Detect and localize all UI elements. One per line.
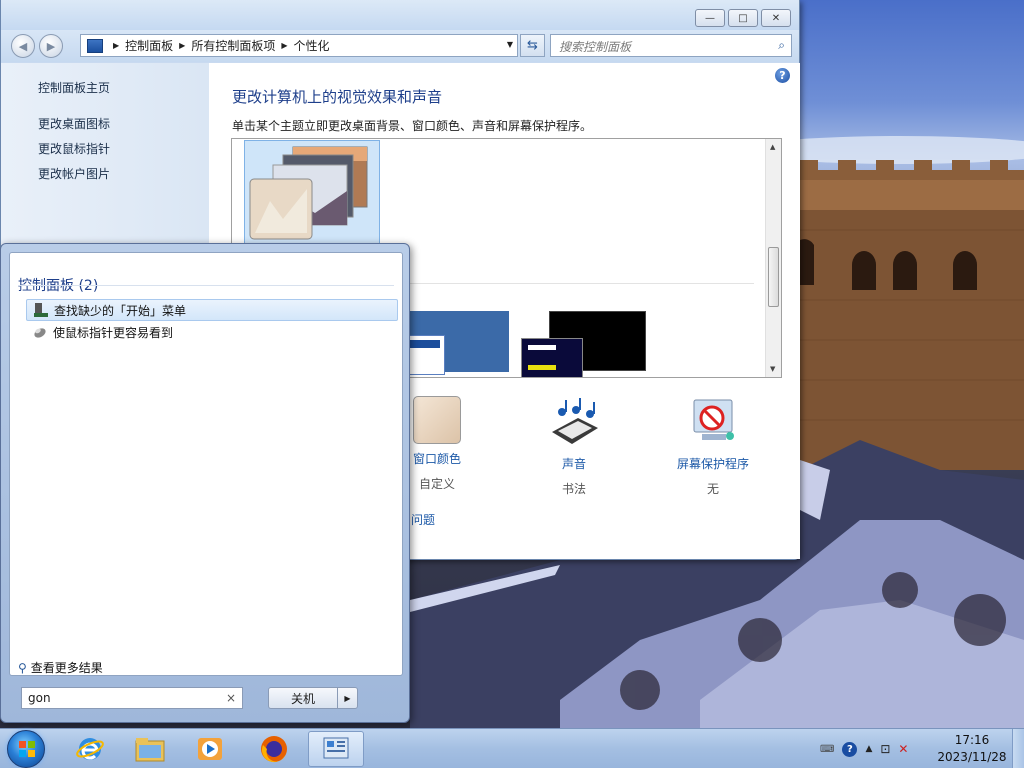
file-explorer-icon	[135, 738, 165, 762]
refresh-button[interactable]: ⇆	[520, 34, 545, 57]
computer-icon	[34, 303, 48, 317]
link-control-panel-home[interactable]: 控制面板主页	[38, 79, 110, 96]
system-tray: ⌨ ? ▲ ⊡ ✕	[820, 729, 908, 768]
troubleshoot-link[interactable]: 问题	[411, 511, 435, 528]
link-change-desktop-icons[interactable]: 更改桌面图标	[38, 115, 110, 132]
scroll-up-icon[interactable]: ▲	[770, 143, 775, 151]
screensaver-icon	[693, 399, 734, 440]
start-button[interactable]	[7, 730, 45, 768]
keyboard-icon[interactable]: ⌨	[820, 744, 834, 755]
back-button[interactable]: ◀	[11, 34, 35, 58]
result-item-mouse-pointer[interactable]: 使鼠标指针更容易看到	[26, 321, 398, 343]
scroll-thumb[interactable]	[768, 247, 779, 307]
search-input[interactable]: 搜索控制面板 ⌕	[550, 34, 792, 57]
control-panel-icon	[323, 737, 349, 759]
address-dropdown-icon[interactable]: ▼	[507, 40, 513, 49]
shutdown-button-group: 关机 ▶	[268, 687, 358, 709]
window-color-value: 自定义	[418, 477, 455, 491]
chevron-right-icon[interactable]: ▶	[281, 41, 287, 50]
result-item-find-start-menu[interactable]: 查找缺少的「开始」菜单	[26, 299, 398, 321]
result-item-label: 使鼠标指针更容易看到	[53, 325, 174, 340]
window-controls: — □ ✕	[695, 9, 791, 27]
refresh-icon: ⇆	[527, 38, 538, 53]
search-icon[interactable]: ⌕	[778, 38, 785, 53]
breadcrumb-control-panel[interactable]: 控制面板	[125, 37, 173, 54]
media-player-icon	[198, 738, 222, 760]
screensaver-value: 无	[706, 482, 719, 496]
link-change-mouse-pointers[interactable]: 更改鼠标指针	[38, 140, 110, 157]
magnifier-icon: ⚲	[18, 660, 27, 675]
internet-explorer-icon	[76, 738, 104, 760]
window-color-item[interactable]: 窗口颜色 自定义	[404, 396, 470, 492]
back-arrow-icon: ◀	[18, 39, 28, 53]
start-menu: 控制面板 (2) 查找缺少的「开始」菜单 使鼠标指针更容易看到 ⚲ 查看更多结果…	[0, 243, 410, 723]
screensaver-item[interactable]: 屏幕保护程序 无	[671, 396, 755, 497]
taskbar-firefox[interactable]	[246, 731, 302, 767]
tray-expand-icon[interactable]: ▲	[865, 744, 872, 754]
theme-scrollbar[interactable]: ▲ ▼	[765, 139, 781, 377]
sound-value: 书法	[561, 482, 586, 496]
help-tray-icon[interactable]: ?	[842, 741, 858, 757]
start-search-value: gon	[28, 691, 51, 705]
page-title: 更改计算机上的视觉效果和声音	[232, 88, 443, 106]
title-bar[interactable]: — □ ✕	[1, 0, 799, 30]
taskbar-media-player[interactable]	[182, 731, 238, 767]
chevron-right-icon[interactable]: ▶	[179, 41, 185, 50]
clock-date: 2023/11/28	[937, 750, 1007, 764]
taskbar-file-explorer[interactable]	[122, 731, 178, 767]
mouse-icon	[34, 328, 46, 338]
selected-theme-thumbnail[interactable]	[244, 140, 380, 245]
chevron-right-icon[interactable]: ▶	[113, 41, 119, 50]
control-panel-folder-icon	[87, 38, 103, 53]
screensaver-label[interactable]: 屏幕保护程序	[671, 455, 755, 472]
window-color-icon	[413, 396, 461, 444]
result-group-divider	[18, 285, 394, 286]
close-button[interactable]: ✕	[761, 9, 791, 27]
help-icon[interactable]: ?	[775, 68, 790, 83]
system-clock[interactable]: 17:16 2023/11/28	[936, 732, 1008, 766]
taskbar: ⌨ ? ▲ ⊡ ✕ 17:16 2023/11/28	[0, 728, 1024, 768]
scroll-down-icon[interactable]: ▼	[770, 365, 775, 373]
result-item-label: 查找缺少的「开始」菜单	[54, 303, 187, 318]
breadcrumb-personalization[interactable]: 个性化	[294, 37, 330, 54]
taskbar-control-panel[interactable]	[308, 731, 364, 767]
see-more-results-link[interactable]: ⚲ 查看更多结果	[18, 659, 103, 676]
shutdown-button[interactable]: 关机	[269, 688, 337, 708]
windows-logo-icon	[19, 741, 35, 757]
navigation-bar: ◀ ▶ ▶ 控制面板 ▶ 所有控制面板项 ▶ 个性化 ▼ ⇆ 搜索控制面板 ⌕	[1, 30, 799, 62]
page-description: 单击某个主题立即更改桌面背景、窗口颜色、声音和屏幕保护程序。	[232, 119, 593, 133]
theme-thumbnail-high-contrast-window	[521, 338, 583, 377]
theme-preview-icon	[249, 146, 368, 240]
start-search-input[interactable]: gon ×	[21, 687, 243, 709]
forward-arrow-icon: ▶	[46, 39, 56, 53]
window-color-label[interactable]: 窗口颜色	[404, 450, 470, 467]
firefox-icon	[261, 736, 287, 763]
address-bar[interactable]: ▶ 控制面板 ▶ 所有控制面板项 ▶ 个性化 ▼	[80, 34, 518, 57]
see-more-results-label: 查看更多结果	[30, 661, 103, 675]
search-placeholder: 搜索控制面板	[559, 40, 632, 54]
volume-muted-icon[interactable]: ✕	[898, 742, 908, 756]
forward-button[interactable]: ▶	[39, 34, 63, 58]
show-desktop-button[interactable]	[1012, 729, 1024, 768]
sound-icon	[552, 398, 598, 444]
link-change-account-picture[interactable]: 更改帐户图片	[38, 165, 110, 182]
theme-thumbnail-basic-window	[407, 335, 445, 375]
minimize-button[interactable]: —	[695, 9, 725, 27]
clear-search-icon[interactable]: ×	[226, 691, 236, 705]
sound-label[interactable]: 声音	[539, 455, 609, 472]
maximize-button[interactable]: □	[728, 9, 758, 27]
shutdown-options-arrow-icon[interactable]: ▶	[337, 688, 357, 708]
sound-item[interactable]: 声音 书法	[539, 396, 609, 497]
network-icon[interactable]: ⊡	[880, 742, 890, 756]
clock-time: 17:16	[954, 733, 990, 747]
taskbar-internet-explorer[interactable]	[62, 731, 118, 767]
breadcrumb-all-items[interactable]: 所有控制面板项	[191, 37, 275, 54]
start-menu-results-pane: 控制面板 (2) 查找缺少的「开始」菜单 使鼠标指针更容易看到 ⚲ 查看更多结果	[9, 252, 403, 676]
